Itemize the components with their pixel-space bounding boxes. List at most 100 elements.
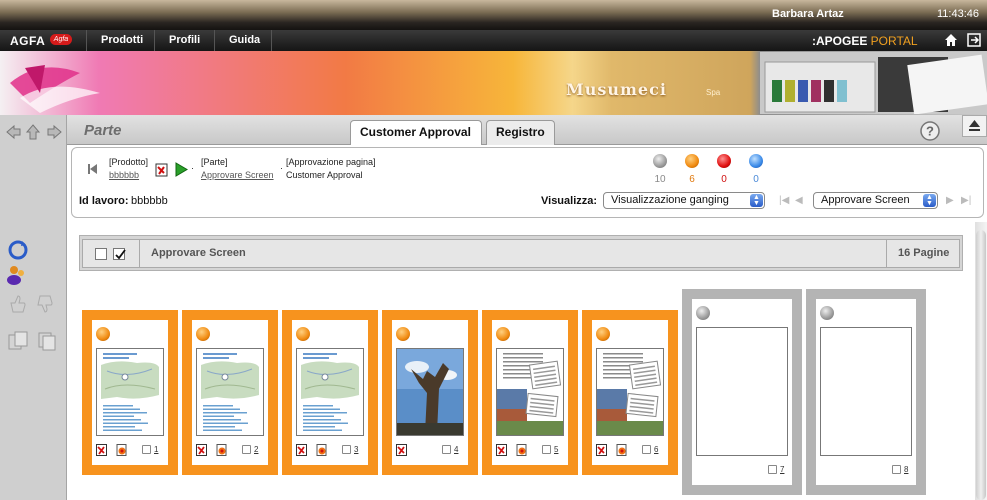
compare-pages-icon	[8, 331, 28, 350]
play-arrow-icon[interactable]	[174, 162, 188, 177]
page-card[interactable]: 6	[582, 310, 678, 475]
page-number[interactable]: 6	[654, 445, 658, 454]
page-number[interactable]: 5	[554, 445, 558, 454]
duplicate-pages-icon	[38, 332, 56, 351]
page-card[interactable]: 3	[282, 310, 378, 475]
page-card[interactable]: 4	[382, 310, 478, 475]
scrollbar-thumb[interactable]	[976, 230, 986, 500]
status-blue-count: 0	[753, 174, 759, 185]
status-orange-icon	[685, 154, 699, 168]
nav-guida[interactable]: Guida	[214, 30, 274, 51]
agfa-logo: AGFA	[10, 34, 46, 48]
back-arrow-icon[interactable]	[88, 163, 98, 175]
page-number[interactable]: 1	[154, 445, 158, 454]
page-thumbnail[interactable]	[696, 327, 788, 456]
page-select-checkbox[interactable]	[342, 445, 351, 454]
svg-text:?: ?	[926, 124, 934, 139]
first-page-icon[interactable]: |◀	[779, 195, 789, 206]
page-select-checkbox[interactable]	[442, 445, 451, 454]
page-thumbnail[interactable]	[96, 348, 164, 436]
page-thumbnail[interactable]	[496, 348, 564, 436]
page-select-checkbox[interactable]	[542, 445, 551, 454]
page-card[interactable]: 5	[482, 310, 578, 475]
pdf-icon[interactable]	[496, 444, 508, 456]
navigation-arrows	[6, 124, 62, 140]
status-grey-count: 10	[654, 174, 666, 185]
help-icon[interactable]: ?	[920, 121, 940, 141]
banner-company-name: Musumeci	[566, 80, 667, 99]
view-mode-select[interactable]: Visualizzazione ganging ▲ ▼	[603, 192, 765, 209]
page-select-checkbox[interactable]	[242, 445, 251, 454]
page-card[interactable]: 2	[182, 310, 278, 475]
next-page-icon[interactable]: ▶	[946, 195, 954, 206]
breadcrumb-product-link[interactable]: bbbbbb	[109, 170, 139, 180]
clock: 11:43:46	[937, 8, 980, 20]
tab-customer-approval[interactable]: Customer Approval	[350, 120, 482, 145]
page-card[interactable]: 7	[682, 289, 802, 495]
preflight-icon[interactable]	[316, 444, 328, 456]
page-number[interactable]: 2	[254, 445, 258, 454]
page-number[interactable]: 8	[904, 465, 908, 474]
home-icon[interactable]	[944, 33, 958, 47]
prev-page-icon[interactable]: ◀	[795, 195, 803, 206]
brand-swoosh-icon	[10, 65, 100, 113]
pdf-icon[interactable]	[196, 444, 208, 456]
pdf-icon[interactable]	[296, 444, 308, 456]
part-select-value: Approvare Screen	[821, 194, 910, 206]
preflight-icon[interactable]	[216, 444, 228, 456]
preflight-icon[interactable]	[516, 444, 528, 456]
status-orange-icon	[496, 327, 510, 341]
preflight-icon[interactable]	[116, 444, 128, 456]
breadcrumb-part-link[interactable]: Approvare Screen	[201, 170, 274, 180]
select-arrows-icon: ▲ ▼	[923, 194, 936, 207]
page-number[interactable]: 4	[454, 445, 458, 454]
status-orange-icon	[196, 327, 210, 341]
thumbs-up-icon	[10, 295, 26, 313]
select-all-checkbox[interactable]	[113, 248, 126, 260]
page-select-checkbox[interactable]	[892, 465, 901, 474]
thumbs-down-icon	[37, 295, 53, 313]
pdf-icon[interactable]	[596, 444, 608, 456]
breadcrumb-product-label: [Prodotto]	[109, 157, 149, 167]
breadcrumb-part-label: [Parte]	[201, 157, 228, 167]
users-icon[interactable]	[6, 264, 28, 286]
printer-photo	[760, 52, 987, 114]
pdf-icon[interactable]	[396, 444, 408, 456]
logout-icon[interactable]	[967, 33, 981, 47]
status-blue-icon	[749, 154, 763, 168]
last-page-icon[interactable]: ▶|	[961, 195, 971, 206]
job-id-value: bbbbbb	[131, 195, 168, 207]
page-thumbnail[interactable]	[820, 327, 912, 456]
job-id-label: Id lavoro:	[79, 195, 129, 207]
apogee-portal-logo: :APOGEE PORTAL	[812, 34, 918, 48]
tab-registro[interactable]: Registro	[486, 120, 555, 145]
nav-divider	[271, 30, 272, 51]
status-grey-icon	[696, 306, 710, 320]
preflight-icon[interactable]	[616, 444, 628, 456]
status-orange-icon	[96, 327, 110, 341]
page-select-checkbox[interactable]	[642, 445, 651, 454]
refresh-icon[interactable]	[7, 239, 29, 261]
collapse-panel-button[interactable]	[962, 115, 987, 137]
part-select[interactable]: Approvare Screen ▲ ▼	[813, 192, 938, 209]
page-select-checkbox[interactable]	[768, 465, 777, 474]
page-number[interactable]: 3	[354, 445, 358, 454]
pdf-icon[interactable]	[96, 444, 108, 456]
page-thumbnail[interactable]	[596, 348, 664, 436]
page-card[interactable]: 1	[82, 310, 178, 475]
page-thumbnail[interactable]	[396, 348, 464, 436]
page-card[interactable]: 8	[806, 289, 926, 495]
status-orange-icon	[396, 327, 410, 341]
page-thumbnail[interactable]	[296, 348, 364, 436]
status-grey-icon	[653, 154, 667, 168]
status-orange-icon	[296, 327, 310, 341]
status-orange-count: 6	[689, 174, 695, 185]
user-name: Barbara Artaz	[772, 8, 844, 20]
nav-profili[interactable]: Profili	[154, 30, 214, 51]
page-thumbnail[interactable]	[196, 348, 264, 436]
nav-prodotti[interactable]: Prodotti	[86, 30, 157, 51]
page-number[interactable]: 7	[780, 465, 784, 474]
deselect-all-checkbox[interactable]	[95, 248, 107, 260]
view-label: Visualizza:	[541, 195, 598, 207]
page-select-checkbox[interactable]	[142, 445, 151, 454]
